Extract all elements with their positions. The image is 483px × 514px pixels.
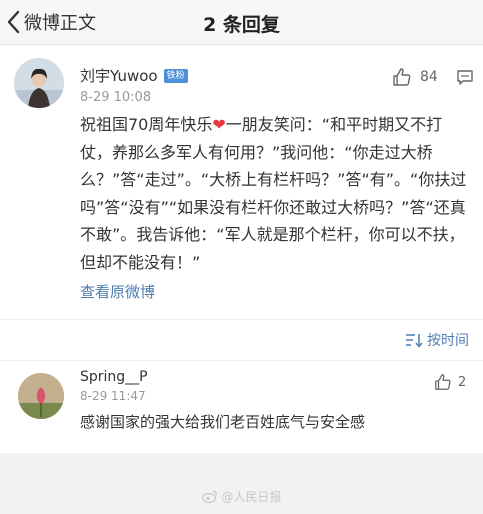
sort-icon bbox=[406, 334, 423, 348]
sort-by-time-button[interactable]: 按时间 bbox=[405, 330, 469, 350]
back-chevron-icon bbox=[7, 10, 20, 34]
back-button-label: 微博正文 bbox=[24, 13, 96, 34]
sort-label: 按时间 bbox=[427, 333, 469, 349]
weibo-logo-icon bbox=[201, 490, 217, 504]
post-text: 祝祖国70周年快乐❤一朋友笑问：“和平时期又不打仗，养那么多军人有何用？”我问他… bbox=[80, 111, 472, 276]
thumb-up-icon bbox=[435, 374, 451, 390]
post-text-rest: 一朋友笑问：“和平时期又不打仗，养那么多军人有何用？”我问他：“你走过大桥么？”… bbox=[80, 115, 467, 272]
comment-button[interactable] bbox=[456, 69, 474, 91]
fan-badge: 铁粉 bbox=[163, 68, 188, 83]
author-avatar[interactable] bbox=[14, 58, 64, 108]
author-avatar-image bbox=[14, 58, 64, 108]
back-button[interactable]: 微博正文 bbox=[6, 8, 96, 36]
reply-author[interactable]: Spring__P bbox=[80, 369, 148, 385]
author-name[interactable]: 刘宇Yuwoo bbox=[80, 65, 158, 86]
post-like-count: 84 bbox=[420, 69, 438, 85]
post-text-start: 祝祖国70周年快乐 bbox=[80, 115, 213, 134]
reply-avatar-image bbox=[18, 373, 64, 419]
reply-avatar[interactable] bbox=[18, 373, 64, 419]
top-nav-bar: 微博正文 2 条回复 bbox=[0, 0, 483, 45]
thumb-up-icon bbox=[393, 68, 411, 86]
watermark: @人民日报 bbox=[0, 488, 483, 505]
original-post: 刘宇Yuwoo 铁粉 8-29 10:08 84 祝祖国70周年快乐❤一朋友笑问… bbox=[0, 45, 483, 319]
watermark-text: @人民日报 bbox=[221, 490, 282, 504]
reply-text: 感谢国家的强大给我们老百姓底气与安全感 bbox=[80, 413, 366, 431]
reply-like-button[interactable]: 2 bbox=[434, 373, 466, 391]
post-timestamp: 8-29 10:08 bbox=[80, 90, 152, 105]
reply-like-count: 2 bbox=[458, 374, 467, 390]
sort-bar: 按时间 bbox=[0, 319, 483, 360]
post-like-button[interactable]: 84 bbox=[392, 67, 438, 87]
comment-icon bbox=[457, 70, 473, 85]
reply-item: Spring__P 8-29 11:47 2 感谢国家的强大给我们老百姓底气与安… bbox=[0, 360, 483, 453]
reply-timestamp: 8-29 11:47 bbox=[80, 389, 146, 403]
heart-emoji: ❤ bbox=[212, 115, 226, 134]
view-original-link[interactable]: 查看原微博 bbox=[80, 281, 155, 302]
